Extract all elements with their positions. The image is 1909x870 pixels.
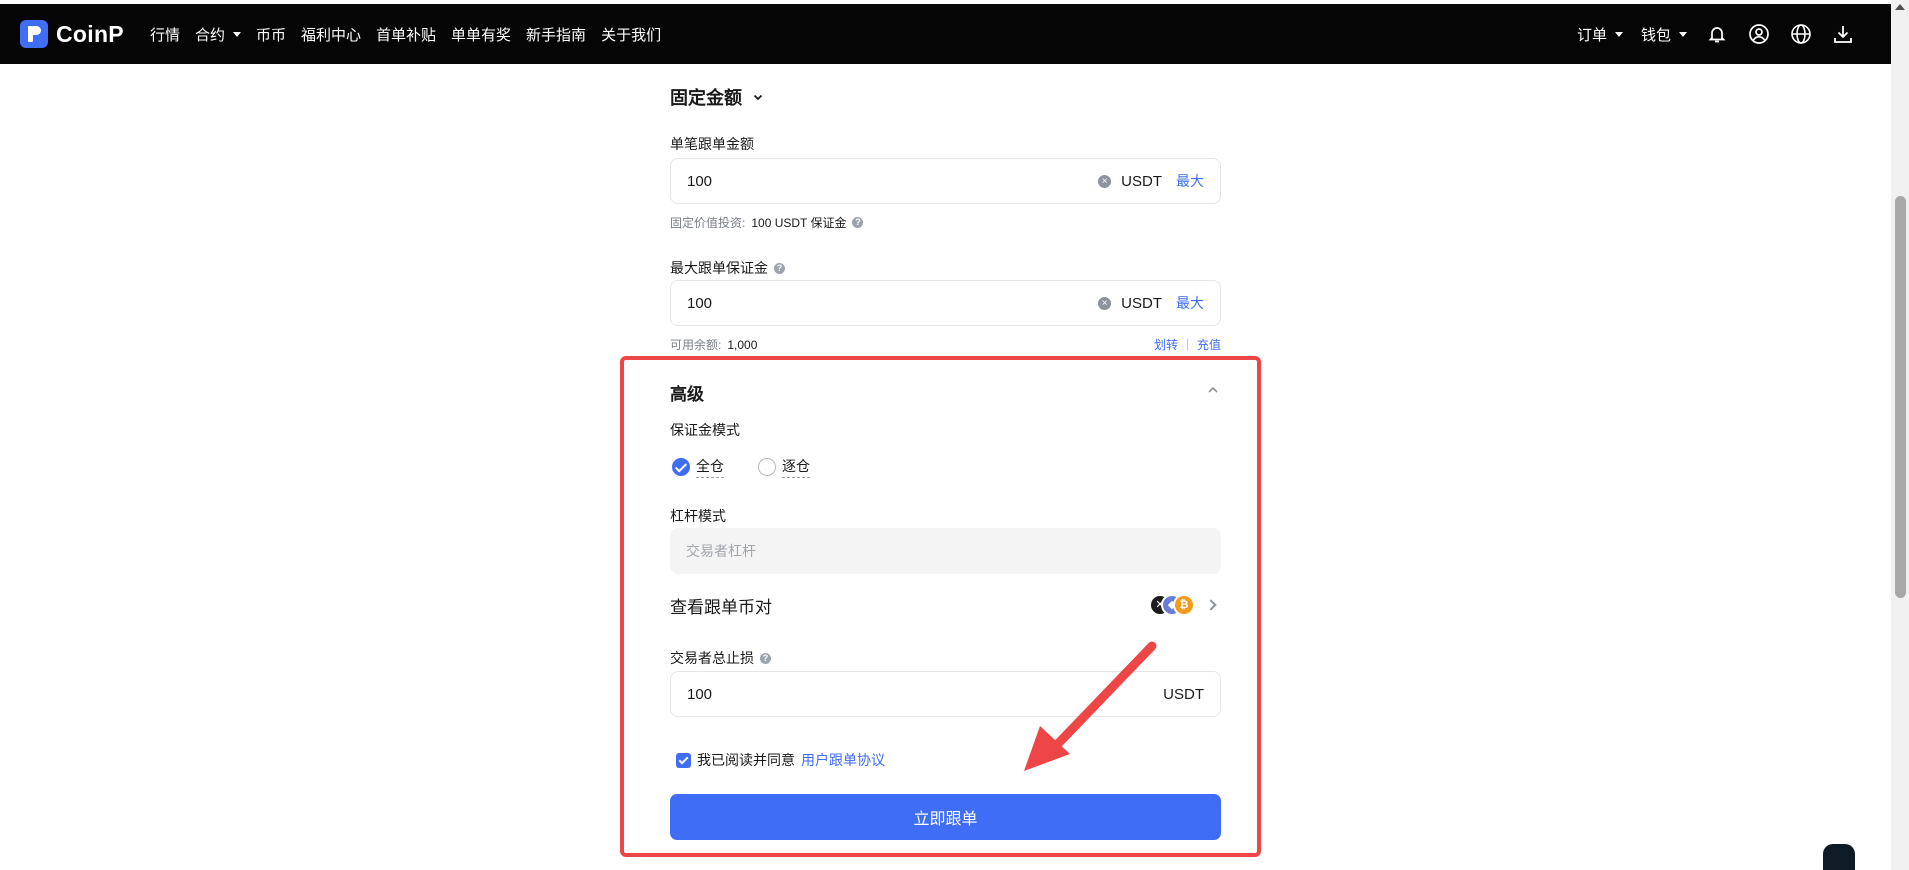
single-amount-input[interactable]: 100 × USDT 最大 — [670, 158, 1221, 204]
amount-mode-selector[interactable]: 固定金额 — [670, 84, 764, 110]
nav-item-about-us[interactable]: 关于我们 — [601, 24, 661, 45]
nav-item-every-order-reward[interactable]: 单单有奖 — [451, 24, 511, 45]
nav-right-group: 订单 钱包 — [1577, 4, 1855, 64]
max-margin-max-button[interactable]: 最大 — [1176, 293, 1204, 313]
divider — [1186, 338, 1188, 351]
brand-name: CoinP — [56, 20, 124, 47]
max-margin-value[interactable]: 100 — [687, 295, 1098, 312]
single-amount-label: 单笔跟单金额 — [670, 136, 754, 152]
download-icon[interactable] — [1831, 22, 1855, 46]
nav-wallet-dropdown[interactable]: 钱包 — [1641, 24, 1687, 45]
bell-icon[interactable] — [1705, 22, 1729, 46]
logo-mark-icon — [20, 20, 48, 48]
brand-logo[interactable]: CoinP — [20, 20, 124, 48]
deposit-link[interactable]: 充值 — [1197, 336, 1221, 353]
single-amount-max-button[interactable]: 最大 — [1176, 171, 1204, 191]
single-amount-value[interactable]: 100 — [687, 173, 1098, 190]
caret-down-icon — [1614, 31, 1623, 37]
available-balance: 可用余额: 1,000 — [670, 337, 758, 353]
max-margin-input[interactable]: 100 × USDT 最大 — [670, 280, 1221, 326]
max-margin-label: 最大跟单保证金 ? — [670, 258, 785, 278]
user-icon[interactable] — [1747, 22, 1771, 46]
balance-actions: 划转 充值 — [1154, 336, 1221, 353]
clear-icon[interactable]: × — [1098, 296, 1112, 310]
globe-icon[interactable] — [1789, 22, 1813, 46]
nav-menu: 行情 合约 币币 福利中心 首单补贴 单单有奖 新手指南 关于我们 — [150, 24, 661, 45]
transfer-link[interactable]: 划转 — [1154, 336, 1178, 353]
top-navbar: CoinP 行情 合约 币币 福利中心 首单补贴 单单有奖 新手指南 关于我们 … — [0, 4, 1891, 64]
chat-support-icon[interactable] — [1823, 844, 1855, 870]
annotation-arrow-icon — [1024, 641, 1157, 771]
caret-down-icon — [232, 31, 241, 37]
nav-item-rewards[interactable]: 福利中心 — [301, 24, 361, 45]
nav-item-spot[interactable]: 币币 — [256, 24, 286, 45]
fixed-value-hint: 固定价值投资: 100 USDT 保证金 ? — [670, 214, 864, 231]
nav-item-first-order-bonus[interactable]: 首单补贴 — [376, 24, 436, 45]
nav-orders-dropdown[interactable]: 订单 — [1577, 24, 1623, 45]
help-icon[interactable]: ? — [852, 217, 864, 228]
highlight-frame — [620, 356, 1261, 857]
nav-item-contract[interactable]: 合约 — [195, 24, 241, 45]
single-amount-unit: USDT — [1121, 172, 1162, 190]
nav-item-beginner-guide[interactable]: 新手指南 — [526, 24, 586, 45]
help-icon[interactable]: ? — [774, 262, 785, 274]
clear-icon[interactable]: × — [1098, 174, 1112, 188]
scrollbar-thumb[interactable] — [1895, 196, 1906, 598]
nav-item-market[interactable]: 行情 — [150, 24, 180, 45]
page-scrollbar[interactable] — [1891, 0, 1909, 870]
caret-down-icon — [1679, 31, 1687, 37]
max-margin-unit: USDT — [1121, 294, 1162, 312]
scroll-up-arrow-icon[interactable] — [1895, 4, 1905, 10]
chevron-down-icon — [753, 94, 763, 101]
